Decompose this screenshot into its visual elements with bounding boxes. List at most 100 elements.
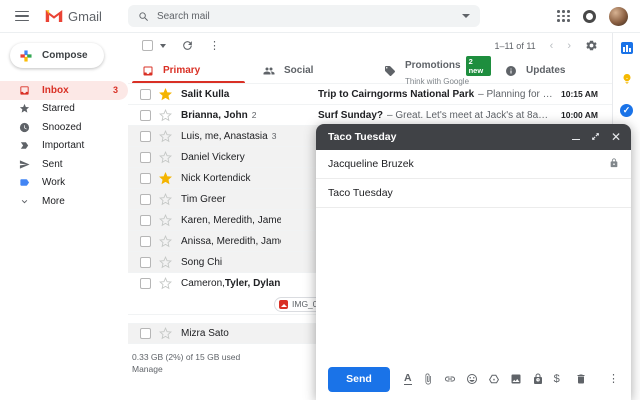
sidebar-item-work[interactable]: Work [0, 174, 128, 193]
star-icon[interactable] [159, 88, 172, 101]
insert-link-icon[interactable] [444, 373, 456, 385]
inbox-icon [19, 85, 30, 96]
emoji-icon[interactable] [466, 373, 478, 385]
email-row[interactable]: Brianna, John2 Surf Sunday?– Great. Let'… [128, 105, 612, 126]
people-icon [263, 65, 275, 77]
compose-window: Taco Tuesday ✕ Jacqueline Bruzek Taco Tu… [316, 124, 631, 400]
settings-gear-icon[interactable] [585, 39, 598, 52]
sender: Nick Kortendick [181, 173, 281, 184]
search-input[interactable]: Search mail [157, 11, 454, 22]
message-body[interactable] [316, 208, 631, 358]
keep-icon[interactable] [621, 73, 633, 85]
search-options-caret-icon[interactable] [462, 14, 470, 18]
star-icon[interactable] [159, 214, 172, 227]
tab-social[interactable]: Social [249, 58, 370, 83]
image-attachment-icon [279, 300, 288, 309]
star-icon[interactable] [159, 327, 172, 340]
star-icon[interactable] [159, 256, 172, 269]
sidebar-item-snoozed[interactable]: Snoozed [0, 118, 128, 137]
select-all-checkbox[interactable] [142, 40, 153, 51]
tab-subtitle: Think with Google [405, 77, 491, 86]
row-checkbox[interactable] [140, 89, 151, 100]
email-row[interactable]: Salit Kulla Trip to Cairngorms National … [128, 84, 612, 105]
drive-icon[interactable] [488, 373, 500, 385]
sidebar-item-label: Work [42, 177, 65, 188]
compose-button[interactable]: Compose [10, 43, 104, 68]
attach-file-icon[interactable] [422, 373, 434, 385]
send-money-icon[interactable]: $ [554, 373, 560, 385]
sidebar-item-starred[interactable]: Starred [0, 100, 128, 119]
sidebar-item-sent[interactable]: Sent [0, 155, 128, 174]
minimize-icon[interactable] [572, 139, 580, 141]
star-icon[interactable] [159, 130, 172, 143]
more-options-icon[interactable]: ⋮ [209, 41, 220, 51]
insert-photo-icon[interactable] [510, 373, 522, 385]
send-button[interactable]: Send [328, 367, 390, 392]
calendar-icon[interactable] [621, 42, 633, 54]
star-icon[interactable] [159, 235, 172, 248]
star-icon[interactable] [159, 151, 172, 164]
inbox-count: 3 [113, 85, 118, 95]
sidebar-item-label: Important [42, 140, 84, 151]
account-ring-icon[interactable] [583, 10, 596, 23]
expand-icon[interactable] [591, 128, 600, 146]
confidential-mode-icon[interactable] [532, 373, 544, 385]
compose-header[interactable]: Taco Tuesday ✕ [316, 124, 631, 150]
attachment-name: IMG_0 [292, 299, 318, 309]
multicolor-plus-icon [19, 49, 33, 63]
top-header: Gmail Search mail [0, 0, 640, 33]
list-toolbar: ⋮ 1–11 of 11 ‹ › [128, 33, 612, 58]
sender: Karen, Meredith, James5 [181, 215, 281, 226]
row-checkbox[interactable] [140, 236, 151, 247]
row-checkbox[interactable] [140, 215, 151, 226]
sidebar-item-label: Sent [42, 159, 63, 170]
sidebar-item-more[interactable]: More [0, 192, 128, 211]
star-icon[interactable] [159, 109, 172, 122]
row-checkbox[interactable] [140, 194, 151, 205]
newer-page-icon[interactable]: ‹ [550, 41, 554, 51]
clock-icon [19, 122, 30, 133]
google-apps-icon[interactable] [557, 10, 570, 22]
star-icon[interactable] [159, 277, 172, 290]
subject-field[interactable]: Taco Tuesday [316, 179, 631, 208]
compose-footer: Send A $ ⋮ [316, 358, 631, 400]
tab-primary[interactable]: Primary [128, 58, 249, 83]
formatting-options-icon[interactable]: A [404, 373, 412, 385]
user-avatar[interactable] [609, 7, 628, 26]
subject-snippet: Trip to Cairngorms National Park– Planni… [318, 89, 553, 100]
star-icon[interactable] [159, 172, 172, 185]
recipient-field[interactable]: Jacqueline Bruzek [316, 150, 631, 179]
app-title: Gmail [68, 9, 102, 24]
search-bar[interactable]: Search mail [128, 5, 480, 27]
tab-label: Social [284, 65, 313, 76]
inbox-tabs: Primary Social Promotions 2 new Think wi… [128, 58, 612, 84]
tab-promotions[interactable]: Promotions 2 new Think with Google [370, 58, 491, 83]
work-label-icon [19, 177, 30, 188]
sender: Mizra Sato [181, 328, 281, 339]
row-checkbox[interactable] [140, 152, 151, 163]
sidebar-item-inbox[interactable]: Inbox 3 [0, 81, 128, 100]
lock-icon [609, 158, 619, 171]
row-checkbox[interactable] [140, 278, 151, 289]
discard-draft-icon[interactable] [575, 373, 587, 385]
older-page-icon[interactable]: › [567, 41, 571, 51]
refresh-icon[interactable] [181, 39, 194, 52]
manage-storage-link[interactable]: Manage [132, 364, 163, 374]
sidebar-item-important[interactable]: Important [0, 137, 128, 156]
tasks-icon[interactable]: ✓ [620, 104, 633, 117]
row-checkbox[interactable] [140, 328, 151, 339]
star-icon[interactable] [159, 193, 172, 206]
more-send-options-icon[interactable]: ⋮ [608, 374, 619, 384]
tab-updates[interactable]: Updates [491, 58, 612, 83]
select-caret-icon[interactable] [160, 44, 166, 48]
close-icon[interactable]: ✕ [611, 132, 621, 142]
send-icon [19, 159, 30, 170]
sidebar-nav: Inbox 3 Starred Snoozed Important [0, 81, 128, 211]
row-checkbox[interactable] [140, 173, 151, 184]
row-checkbox[interactable] [140, 257, 151, 268]
row-checkbox[interactable] [140, 110, 151, 121]
hamburger-menu-icon[interactable] [15, 11, 29, 22]
chevron-down-icon [19, 196, 30, 207]
row-checkbox[interactable] [140, 131, 151, 142]
sidebar-item-label: Starred [42, 103, 75, 114]
